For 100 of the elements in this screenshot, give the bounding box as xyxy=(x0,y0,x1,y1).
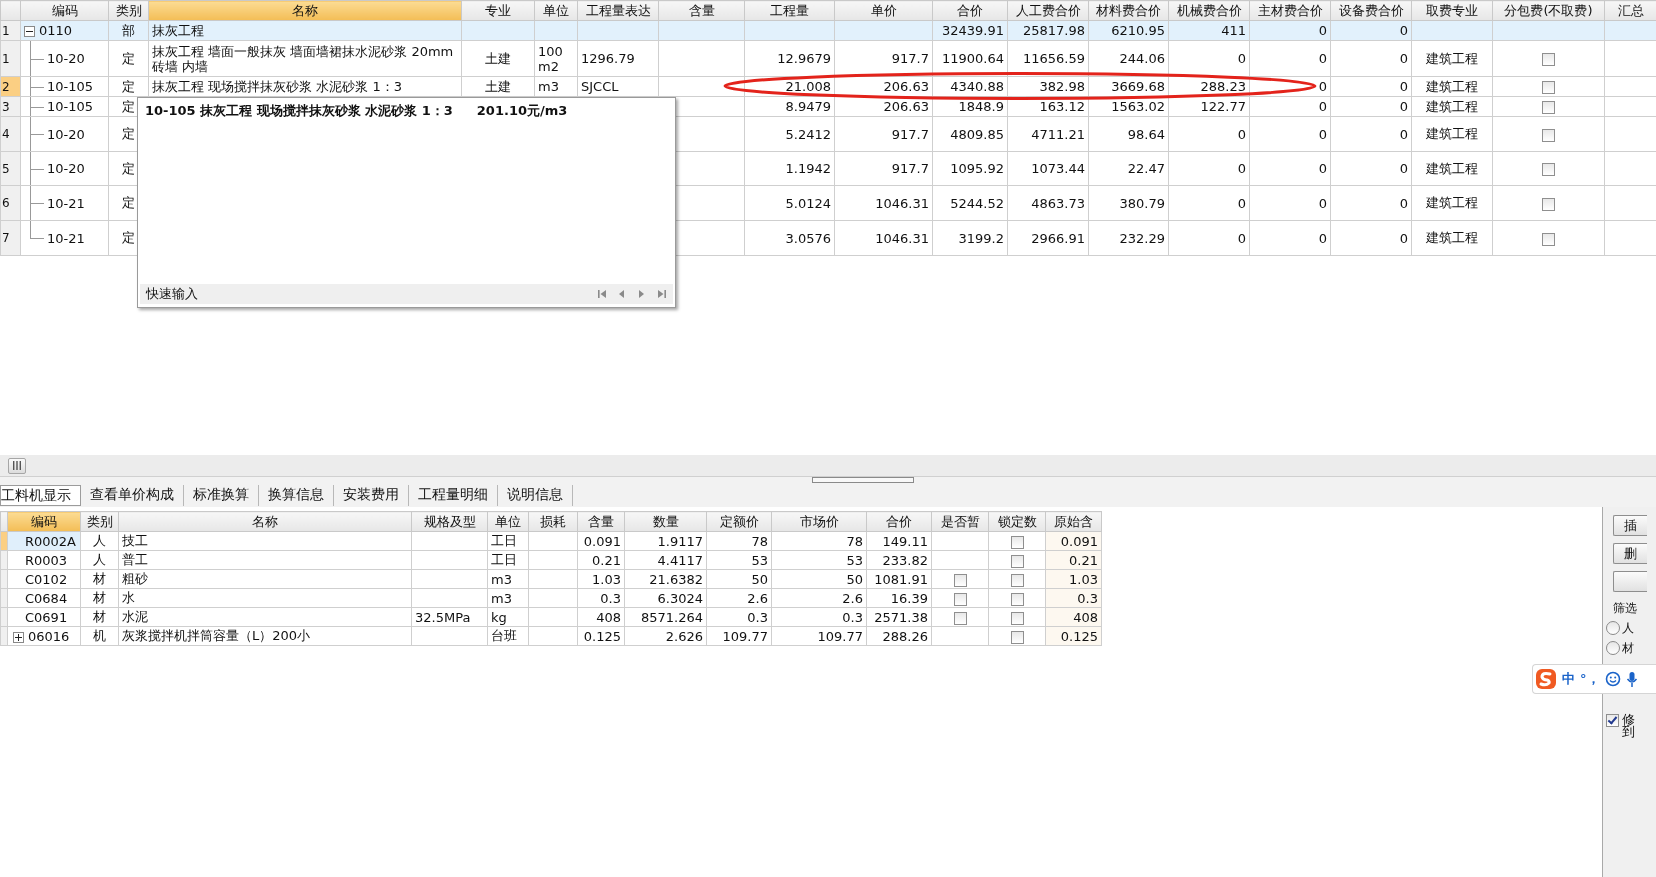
column-header[interactable]: 工程量表达 xyxy=(577,0,659,21)
amount-cell: 3669.68 xyxy=(1088,76,1169,97)
column-header[interactable]: 名称 xyxy=(148,0,462,21)
column-header[interactable]: 原始含 xyxy=(1045,511,1102,532)
checkbox[interactable] xyxy=(1542,232,1555,246)
quantity-cell: 4.4117 xyxy=(624,550,707,570)
row-marker[interactable] xyxy=(0,626,8,646)
column-header[interactable]: 锁定数 xyxy=(988,511,1046,532)
row-number: 1 xyxy=(2,23,10,38)
amount-cell: 2966.91 xyxy=(1007,220,1089,256)
checkbox[interactable] xyxy=(1542,81,1555,94)
column-header[interactable]: 是否暂 xyxy=(931,511,989,532)
checkbox[interactable] xyxy=(1010,554,1024,568)
column-header[interactable]: 含量 xyxy=(577,511,625,532)
splitter-handle[interactable] xyxy=(812,477,914,483)
smiley-icon[interactable] xyxy=(1604,671,1621,687)
amount-cell: 244.06 xyxy=(1088,40,1169,77)
row-marker[interactable] xyxy=(0,569,8,589)
column-header[interactable]: 损耗 xyxy=(528,511,578,532)
radio-button[interactable] xyxy=(1606,641,1621,655)
side-button[interactable]: 插 xyxy=(1613,515,1648,536)
checkbox[interactable] xyxy=(1010,573,1024,587)
column-header[interactable]: 工程量 xyxy=(744,0,835,21)
collapse-icon[interactable] xyxy=(24,26,35,37)
column-header[interactable]: 数量 xyxy=(624,511,707,532)
column-header[interactable]: 定额价 xyxy=(706,511,772,532)
side-button[interactable] xyxy=(1613,571,1648,592)
microphone-icon[interactable] xyxy=(1625,670,1638,688)
row-number: 7 xyxy=(2,231,10,245)
column-header[interactable]: 含量 xyxy=(658,0,745,21)
content-cell: 0.3 xyxy=(577,588,625,608)
checkbox[interactable] xyxy=(1542,53,1555,66)
side-button[interactable]: 删 xyxy=(1613,543,1648,564)
column-header[interactable]: 名称 xyxy=(118,511,412,532)
checkbox[interactable] xyxy=(1542,197,1555,211)
punctuation-mode[interactable]: °， xyxy=(1580,670,1600,688)
amount-cell: 0 xyxy=(1330,96,1412,117)
checkbox[interactable] xyxy=(1542,101,1555,114)
expand-icon[interactable] xyxy=(13,631,24,643)
code-cell: C0102 xyxy=(25,571,68,587)
checkbox[interactable] xyxy=(953,592,967,606)
tab[interactable]: 安装费用 xyxy=(334,484,409,506)
checkbox[interactable] xyxy=(1010,535,1024,549)
row-marker[interactable] xyxy=(0,588,8,608)
column-header[interactable]: 编码 xyxy=(7,511,81,532)
amount-cell: 0 xyxy=(1249,185,1331,221)
row-number: 4 xyxy=(2,127,10,141)
column-header[interactable]: 单位 xyxy=(487,511,529,532)
quantity-cell: 2.626 xyxy=(624,626,707,646)
radio-button[interactable] xyxy=(1606,621,1621,635)
tab[interactable]: 工料机显示 xyxy=(0,484,81,506)
tab[interactable]: 说明信息 xyxy=(498,484,573,506)
checkbox[interactable] xyxy=(953,611,967,625)
column-header[interactable]: 类别 xyxy=(108,0,149,21)
column-header[interactable]: 专业 xyxy=(461,0,535,21)
checkbox[interactable] xyxy=(953,573,967,587)
amount-cell: 2571.38 xyxy=(866,607,932,627)
ime-logo-icon[interactable] xyxy=(1535,668,1557,690)
first-page-icon[interactable] xyxy=(597,289,607,299)
column-header[interactable]: 单价 xyxy=(834,0,933,21)
column-header[interactable]: 人工费合价 xyxy=(1007,0,1089,21)
column-toggle-button[interactable] xyxy=(8,457,26,474)
unit-cell: 台班 xyxy=(487,626,529,646)
checkbox[interactable] xyxy=(1606,714,1620,727)
column-header[interactable]: 主材费合价 xyxy=(1249,0,1331,21)
column-header[interactable]: 市场价 xyxy=(771,511,867,532)
row-marker[interactable] xyxy=(0,550,8,570)
input-mode[interactable]: 中 xyxy=(1562,670,1575,688)
last-page-icon[interactable] xyxy=(657,289,667,299)
column-header[interactable]: 取费专业 xyxy=(1411,0,1493,21)
column-header[interactable]: 设备费合价 xyxy=(1330,0,1412,21)
code-cell: C0691 xyxy=(25,609,68,625)
column-header[interactable]: 规格及型 xyxy=(411,511,488,532)
name-cell: 灰浆搅拌机拌筒容量（L）200小 xyxy=(118,626,412,646)
checkbox[interactable] xyxy=(1542,163,1555,176)
amount-cell: 233.82 xyxy=(866,550,932,570)
column-header[interactable]: 材料费合价 xyxy=(1088,0,1169,21)
column-header[interactable]: 机械费合价 xyxy=(1168,0,1250,21)
name-cell: 抹灰工程 现场搅拌抹灰砂浆 水泥砂浆 1：3 xyxy=(148,76,462,97)
column-header[interactable]: 合价 xyxy=(932,0,1008,21)
checkbox[interactable] xyxy=(1542,128,1555,142)
amount-cell: 0 xyxy=(1168,151,1250,186)
column-header[interactable]: 编码 xyxy=(20,0,109,21)
column-header[interactable]: 汇总 xyxy=(1604,0,1656,21)
checkbox[interactable] xyxy=(1010,611,1024,625)
row-marker[interactable] xyxy=(0,607,8,627)
amount-cell: 16.39 xyxy=(866,588,932,608)
column-header[interactable]: 合价 xyxy=(866,511,932,532)
tab[interactable]: 工程量明细 xyxy=(409,484,498,506)
column-header[interactable]: 分包费(不取费) xyxy=(1492,0,1605,21)
checkbox[interactable] xyxy=(1010,592,1024,606)
column-header[interactable]: 类别 xyxy=(80,511,119,532)
row-marker[interactable] xyxy=(0,531,8,551)
quantity-cell: 1.9117 xyxy=(624,531,707,551)
column-header[interactable]: 单位 xyxy=(534,0,578,21)
checkbox[interactable] xyxy=(1010,630,1024,644)
tab[interactable]: 标准换算 xyxy=(184,484,259,506)
tab[interactable]: 查看单价构成 xyxy=(81,484,184,506)
previous-icon[interactable] xyxy=(617,289,627,299)
tab[interactable]: 换算信息 xyxy=(259,484,334,506)
